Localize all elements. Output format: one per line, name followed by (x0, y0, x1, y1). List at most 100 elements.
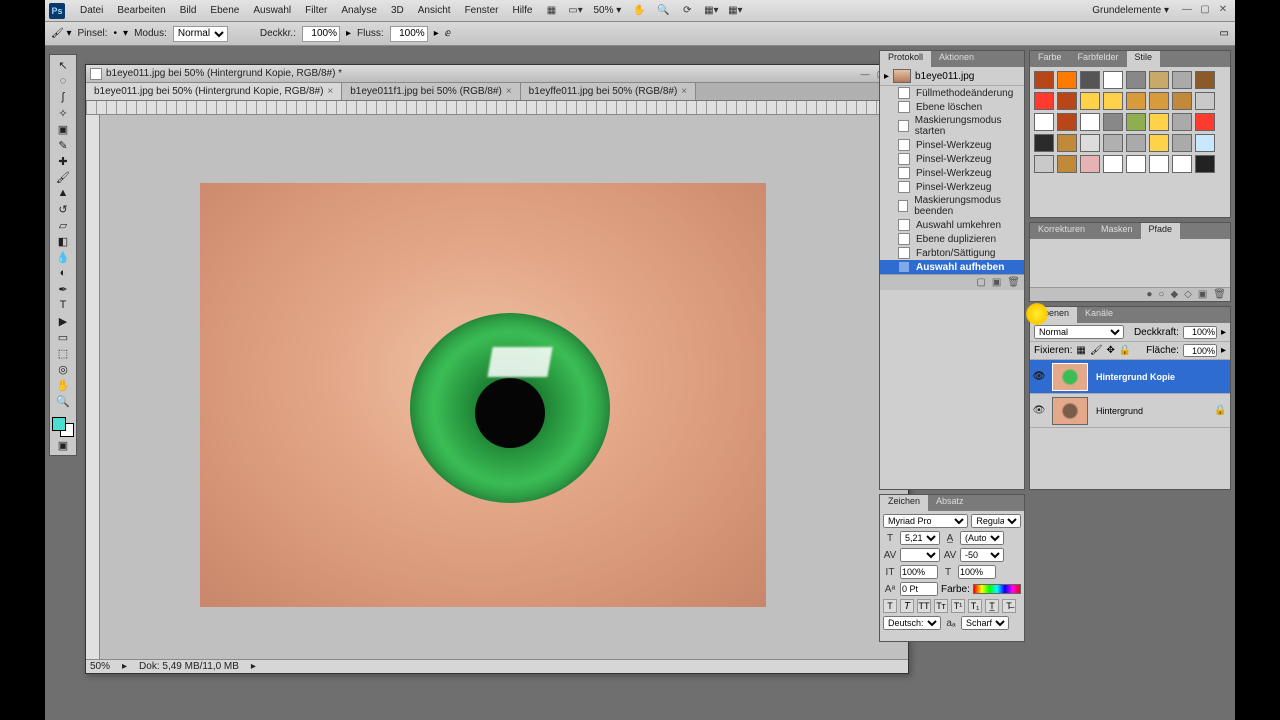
menu-ansicht[interactable]: Ansicht (411, 5, 458, 16)
hand-icon[interactable]: ✋ (630, 3, 648, 19)
close-icon[interactable]: × (506, 86, 512, 97)
wand-tool[interactable]: ✧ (52, 105, 74, 121)
shape-tool[interactable]: ▭ (52, 329, 74, 345)
style-swatch[interactable] (1195, 113, 1215, 131)
underline-button[interactable]: T̲ (985, 599, 999, 613)
style-swatch[interactable] (1126, 134, 1146, 152)
close-icon[interactable]: × (681, 86, 687, 97)
close-button[interactable]: ✕ (1215, 4, 1231, 18)
history-step[interactable]: Pinsel-Werkzeug (880, 152, 1024, 166)
baseline-input[interactable] (900, 582, 938, 596)
tab-stile[interactable]: Stile (1127, 51, 1161, 67)
brush-preset[interactable]: • (114, 28, 118, 39)
lock-position-icon[interactable]: ✥ (1107, 345, 1115, 356)
tab-absatz[interactable]: Absatz (928, 495, 972, 511)
style-swatch[interactable] (1172, 92, 1192, 110)
3d-camera-tool[interactable]: ◎ (52, 361, 74, 377)
menu-analyse[interactable]: Analyse (334, 5, 384, 16)
layer-name[interactable]: Hintergrund (1092, 406, 1214, 416)
make-workpath-icon[interactable]: ◇ (1184, 289, 1192, 300)
tab-masken[interactable]: Masken (1093, 223, 1141, 239)
history-step[interactable]: Pinsel-Werkzeug (880, 180, 1024, 194)
menu-3d[interactable]: 3D (384, 5, 411, 16)
opacity-input[interactable] (302, 26, 340, 42)
lasso-tool[interactable]: ʃ (52, 89, 74, 105)
lock-all-icon[interactable]: 🔒 (1119, 345, 1131, 356)
strike-button[interactable]: T̶ (1002, 599, 1016, 613)
style-swatch[interactable] (1172, 71, 1192, 89)
workspace-dropdown[interactable]: Grundelemente ▾ (1092, 5, 1169, 16)
visibility-toggle[interactable]: 👁 (1030, 405, 1048, 416)
blur-tool[interactable]: 💧 (52, 249, 74, 265)
history-step[interactable]: Pinsel-Werkzeug (880, 138, 1024, 152)
history-step[interactable]: Farbton/Sättigung (880, 246, 1024, 260)
style-swatch[interactable] (1103, 92, 1123, 110)
tab-protokoll[interactable]: Protokoll (880, 51, 931, 67)
zoom-tool[interactable]: 🔍 (52, 393, 74, 409)
history-step[interactable]: Ebene duplizieren (880, 232, 1024, 246)
style-swatch[interactable] (1080, 113, 1100, 131)
brush-panel-icon[interactable]: ▭ (1220, 28, 1229, 39)
layer-thumbnail[interactable] (1052, 363, 1088, 391)
doc-titlebar[interactable]: b1eye011.jpg bei 50% (Hintergrund Kopie,… (86, 65, 908, 83)
trash-icon[interactable]: 🗑 (1007, 277, 1020, 288)
doc-minimize[interactable]: — (858, 68, 872, 80)
style-swatch[interactable] (1149, 134, 1169, 152)
kerning-select[interactable] (900, 548, 940, 562)
style-swatch[interactable] (1149, 155, 1169, 173)
menu-hilfe[interactable]: Hilfe (505, 5, 539, 16)
heal-tool[interactable]: ✚ (52, 153, 74, 169)
style-swatch[interactable] (1080, 92, 1100, 110)
tab-farbe[interactable]: Farbe (1030, 51, 1070, 67)
marquee-tool[interactable]: ◌ (52, 73, 74, 89)
launch-bridge-icon[interactable]: ▦ (542, 3, 560, 19)
history-step[interactable]: Maskierungsmodus beenden (880, 194, 1024, 218)
history-source[interactable]: ▸ b1eye011.jpg (880, 67, 1024, 86)
history-step[interactable]: Maskierungsmodus starten (880, 114, 1024, 138)
style-swatch[interactable] (1172, 134, 1192, 152)
tab-zeichen[interactable]: Zeichen (880, 495, 928, 511)
history-step[interactable]: Auswahl umkehren (880, 218, 1024, 232)
italic-button[interactable]: T (900, 599, 914, 613)
crop-tool[interactable]: ▣ (52, 121, 74, 137)
allcaps-button[interactable]: TT (917, 599, 931, 613)
extras-icon[interactable]: ▦▾ (726, 3, 744, 19)
type-tool[interactable]: T (52, 297, 74, 313)
style-swatch[interactable] (1149, 113, 1169, 131)
style-swatch[interactable] (1103, 155, 1123, 173)
layer-thumbnail[interactable] (1052, 397, 1088, 425)
style-swatch[interactable] (1172, 113, 1192, 131)
status-arrow-icon[interactable]: ▸ (251, 661, 256, 672)
subscript-button[interactable]: T₁ (968, 599, 982, 613)
leading-select[interactable]: (Auto) (960, 531, 1004, 545)
layer-row[interactable]: 👁 Hintergrund Kopie (1030, 360, 1230, 394)
flow-arrow-icon[interactable]: ▸ (434, 28, 439, 39)
menu-datei[interactable]: Datei (73, 5, 110, 16)
quickmask-toggle[interactable]: ▣ (52, 437, 74, 453)
opacity-arrow-icon[interactable]: ▸ (346, 28, 351, 39)
color-swatches[interactable] (52, 417, 74, 437)
style-swatch[interactable] (1034, 71, 1054, 89)
flow-input[interactable] (390, 26, 428, 42)
history-step[interactable]: Füllmethodeänderung (880, 86, 1024, 100)
language-select[interactable]: Deutsch: neue … (883, 616, 941, 630)
eyedropper-tool[interactable]: ✎ (52, 137, 74, 153)
style-swatch[interactable] (1195, 92, 1215, 110)
arrange-icon[interactable]: ▦▾ (702, 3, 720, 19)
style-swatch[interactable] (1195, 155, 1215, 173)
minimize-button[interactable]: — (1179, 4, 1195, 18)
canvas[interactable] (100, 115, 908, 659)
screen-mode-icon[interactable]: ▭▾ (566, 3, 584, 19)
font-family-select[interactable]: Myriad Pro (883, 514, 968, 528)
style-swatch[interactable] (1126, 92, 1146, 110)
menu-bild[interactable]: Bild (173, 5, 204, 16)
style-swatch[interactable] (1126, 155, 1146, 173)
new-path-icon[interactable]: ▣ (1198, 289, 1207, 300)
trash-icon[interactable]: 🗑 (1213, 289, 1226, 300)
tab-aktionen[interactable]: Aktionen (931, 51, 982, 67)
layer-opacity-input[interactable] (1183, 326, 1217, 339)
bold-button[interactable]: T (883, 599, 897, 613)
blend-mode-select[interactable]: Normal (1034, 325, 1124, 339)
menu-ebene[interactable]: Ebene (203, 5, 246, 16)
style-swatch[interactable] (1080, 155, 1100, 173)
